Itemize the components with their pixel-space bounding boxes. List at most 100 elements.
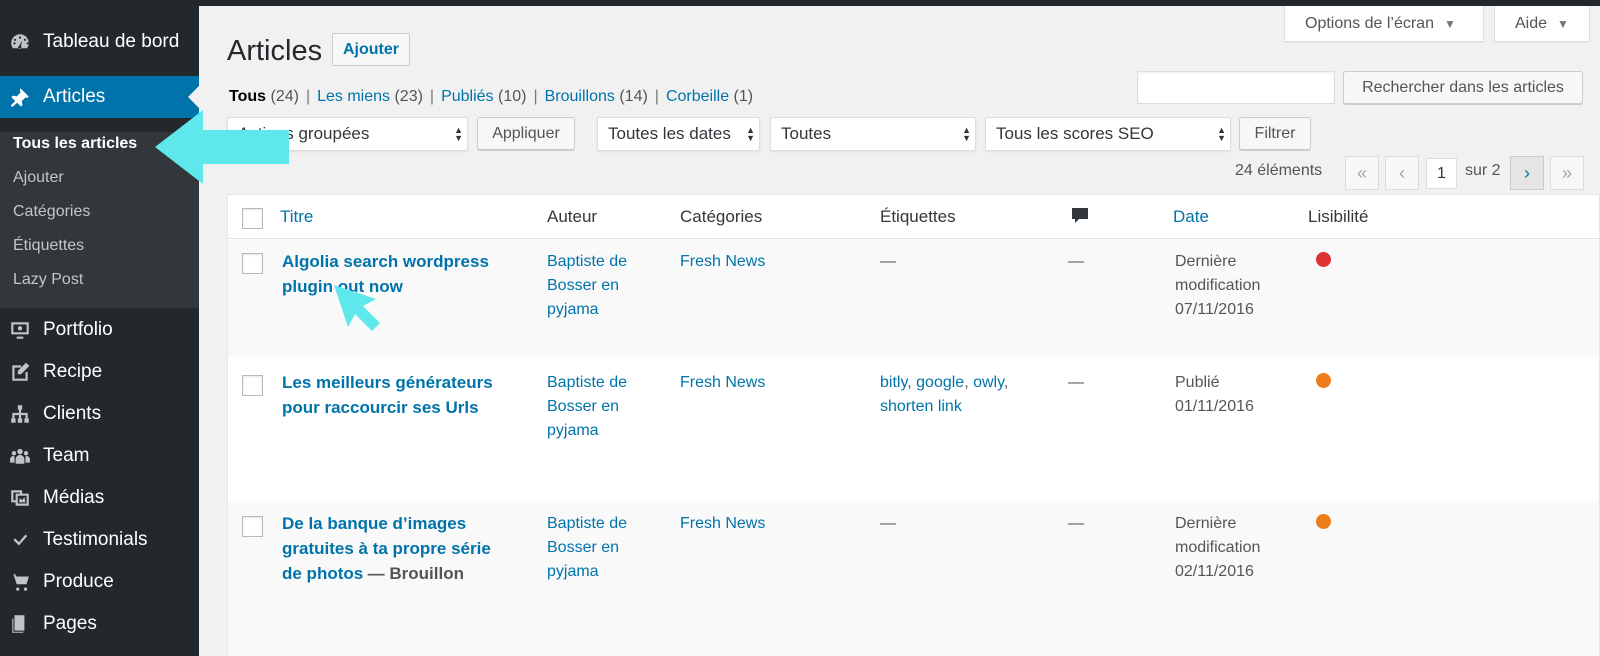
dates-select[interactable]: Toutes les dates ▲ ▼ <box>597 117 760 151</box>
search-input[interactable] <box>1137 71 1335 104</box>
menu-label: Recipe <box>43 361 103 382</box>
media-icon <box>9 487 31 509</box>
comment-bubble-icon[interactable] <box>1070 206 1090 231</box>
tag-link[interactable]: shorten link <box>880 398 962 415</box>
post-date: Dernière modification 07/11/2016 <box>1175 253 1261 318</box>
post-category[interactable]: Fresh News <box>680 250 765 274</box>
screen-options-label: Options de l’écran <box>1305 14 1434 32</box>
help-button[interactable]: Aide ▼ <box>1494 6 1590 42</box>
table-row: Les meilleurs générateurs pour raccourcir… <box>228 357 1599 501</box>
post-title[interactable]: De la banque d’images gratuites à ta prop… <box>282 512 491 587</box>
submenu-categories[interactable]: Catégories <box>13 203 90 221</box>
menu-team[interactable]: Team <box>0 435 199 477</box>
post-author[interactable]: Baptiste de Bosser en pyjama <box>547 250 627 322</box>
readability-red-dot <box>1316 252 1331 267</box>
tag-link[interactable]: bitly <box>880 374 907 391</box>
post-title[interactable]: Les meilleurs générateurs pour raccourcir… <box>282 371 493 421</box>
checkmark-icon <box>9 529 31 551</box>
active-menu-pointer <box>188 86 199 108</box>
post-author[interactable]: Baptiste de Bosser en pyjama <box>547 512 627 584</box>
readability-orange-dot <box>1316 514 1331 529</box>
menu-label: Clients <box>43 403 102 424</box>
submenu-tags[interactable]: Étiquettes <box>13 237 84 255</box>
post-date: Dernière modification 02/11/2016 <box>1175 515 1261 580</box>
menu-media[interactable]: Médias <box>0 477 199 519</box>
menu-dashboard[interactable]: Tableau de bord <box>0 21 199 63</box>
row-checkbox[interactable] <box>242 516 263 537</box>
column-author: Auteur <box>547 207 598 226</box>
filter-all[interactable]: Tous (24) <box>229 88 299 105</box>
apply-button[interactable]: Appliquer <box>477 117 575 150</box>
pages-icon <box>9 613 31 635</box>
menu-recipe[interactable]: Recipe <box>0 351 199 393</box>
menu-produce[interactable]: Produce <box>0 561 199 603</box>
table-row: Algolia search wordpress plugin out now B… <box>228 240 1599 357</box>
first-page-button: « <box>1345 156 1379 190</box>
portfolio-icon <box>9 319 31 341</box>
table-row: De la banque d’images gratuites à ta prop… <box>228 501 1599 656</box>
dashboard-icon <box>9 31 31 53</box>
column-tags: Étiquettes <box>880 207 956 226</box>
post-date: Publié 01/11/2016 <box>1175 374 1254 415</box>
menu-label: Pages <box>43 613 97 634</box>
menu-pages[interactable]: Pages <box>0 603 199 645</box>
submenu-all-articles[interactable]: Tous les articles <box>13 135 137 153</box>
filter-trash[interactable]: Corbeille <box>666 88 729 105</box>
select-arrows-icon: ▲ ▼ <box>1217 125 1226 143</box>
filter-button[interactable]: Filtrer <box>1239 117 1311 150</box>
team-icon <box>9 445 31 467</box>
post-comments: — <box>1068 253 1084 270</box>
menu-clients[interactable]: Clients <box>0 393 199 435</box>
post-comments: — <box>1068 515 1084 532</box>
post-tags: — <box>880 253 896 270</box>
column-categories: Catégories <box>680 207 763 226</box>
tag-link[interactable]: owly <box>973 374 1004 391</box>
tag-link[interactable]: google <box>916 374 964 391</box>
screen-options-button[interactable]: Options de l’écran ▼ <box>1284 6 1484 42</box>
filter-drafts[interactable]: Brouillons <box>545 88 615 105</box>
menu-label: Tableau de bord <box>43 31 180 52</box>
category-select[interactable]: Toutes ▲ ▼ <box>770 117 976 151</box>
edit-icon <box>9 361 31 383</box>
select-arrows-icon: ▲ ▼ <box>746 125 755 143</box>
menu-portfolio[interactable]: Portfolio <box>0 309 199 351</box>
submenu-add[interactable]: Ajouter <box>13 169 64 187</box>
column-title[interactable]: Titre <box>280 207 313 227</box>
dates-value: Toutes les dates <box>608 124 731 143</box>
current-page-input[interactable]: 1 <box>1426 158 1457 189</box>
next-page-button[interactable]: › <box>1510 156 1544 190</box>
sitemap-icon <box>9 403 31 425</box>
row-checkbox[interactable] <box>242 375 263 396</box>
annotation-arrow-icon <box>155 110 289 184</box>
select-all-checkbox[interactable] <box>242 208 263 229</box>
prev-page-button: ‹ <box>1385 156 1419 190</box>
column-readability: Lisibilité <box>1308 207 1369 226</box>
filter-published[interactable]: Publiés <box>441 88 493 105</box>
menu-label: Médias <box>43 487 105 508</box>
add-new-button[interactable]: Ajouter <box>332 33 410 66</box>
post-category[interactable]: Fresh News <box>680 512 765 536</box>
search-button[interactable]: Rechercher dans les articles <box>1343 71 1583 104</box>
post-category[interactable]: Fresh News <box>680 371 765 395</box>
annotation-cursor-icon <box>334 285 380 331</box>
page-title: Articles <box>227 35 323 67</box>
row-checkbox[interactable] <box>242 253 263 274</box>
post-author[interactable]: Baptiste de Bosser en pyjama <box>547 371 627 443</box>
last-page-button[interactable]: » <box>1550 156 1584 190</box>
seo-score-value: Tous les scores SEO <box>996 124 1154 143</box>
main-content: Options de l’écran ▼ Aide ▼ Articles Ajo… <box>199 6 1600 656</box>
seo-score-select[interactable]: Tous les scores SEO ▲ ▼ <box>985 117 1231 151</box>
caret-down-icon: ▼ <box>1557 16 1569 31</box>
column-date[interactable]: Date <box>1173 207 1209 227</box>
table-header: Titre Auteur Catégories Étiquettes Date … <box>228 195 1599 239</box>
submenu-lazy-post[interactable]: Lazy Post <box>13 271 83 289</box>
filter-mine[interactable]: Les miens <box>317 88 390 105</box>
menu-label: Produce <box>43 571 114 592</box>
caret-down-icon: ▼ <box>1443 16 1456 31</box>
menu-testimonials[interactable]: Testimonials <box>0 519 199 561</box>
posts-table: Titre Auteur Catégories Étiquettes Date … <box>227 194 1600 656</box>
post-tags: — <box>880 515 896 532</box>
category-value: Toutes <box>781 124 832 143</box>
menu-label: Team <box>43 445 90 466</box>
admin-sidebar: Tableau de bord Articles Tous les articl… <box>0 6 199 656</box>
